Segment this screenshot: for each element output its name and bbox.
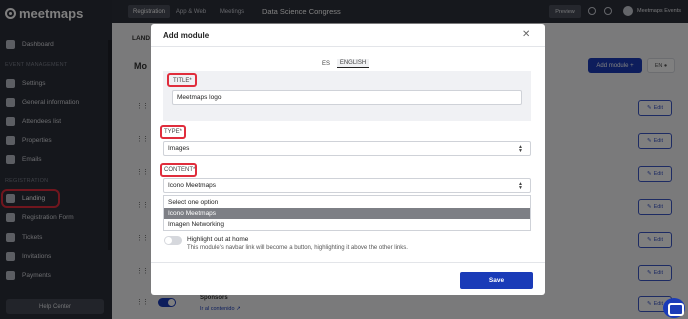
close-icon[interactable]: ✕ (522, 29, 530, 40)
lang-tab-english[interactable]: ENGLISH (337, 59, 369, 68)
content-dropdown: Select one option Icono Meetmaps Imagen … (163, 195, 531, 231)
chevron-updown-icon: ▲ ▼ (518, 144, 523, 154)
dialog-title: Add module (163, 31, 210, 40)
title-panel: TITLE* Meetmaps logo (163, 71, 531, 121)
dropdown-option[interactable]: Select one option (164, 197, 530, 208)
chat-icon[interactable] (663, 298, 685, 318)
type-label-highlight (160, 125, 186, 139)
dropdown-option[interactable]: Imagen Networking (164, 219, 530, 230)
add-module-dialog: Add module ✕ ES ENGLISH TITLE* Meetmaps … (151, 24, 545, 295)
chevron-updown-icon: ▲ ▼ (518, 181, 523, 191)
highlight-description: This module's navbar link will become a … (187, 245, 408, 251)
type-select-value: Images (168, 145, 190, 152)
divider (151, 46, 545, 47)
highlight-toggle[interactable] (164, 236, 182, 245)
content-select-value: Icono Meetmaps (168, 182, 217, 189)
divider (151, 262, 545, 263)
lang-tab-es[interactable]: ES (319, 59, 333, 68)
title-label-highlight (167, 73, 197, 87)
dropdown-option-selected[interactable]: Icono Meetmaps (164, 208, 530, 219)
save-button[interactable]: Save (460, 272, 533, 289)
title-input[interactable]: Meetmaps logo (172, 90, 522, 105)
highlight-title: Highlight out at home (187, 236, 249, 243)
content-label-highlight (160, 163, 197, 177)
content-select[interactable]: Icono Meetmaps ▲ ▼ (163, 178, 531, 193)
type-select[interactable]: Images ▲ ▼ (163, 141, 531, 156)
